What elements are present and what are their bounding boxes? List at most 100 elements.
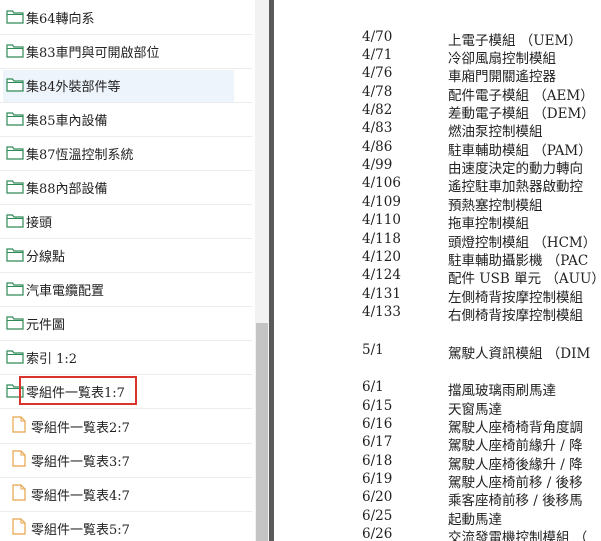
folder-icon bbox=[6, 43, 24, 58]
component-code: 4/99 bbox=[362, 157, 393, 173]
component-description: 右側椅背按摩控制模組 bbox=[448, 308, 583, 324]
component-row: 4/71 冷卻風扇控制模組 bbox=[274, 47, 601, 67]
scrollbar-thumb[interactable] bbox=[256, 323, 268, 541]
component-description: 駕駛人座椅後緣升 / 降 bbox=[448, 457, 583, 473]
component-code: 6/25 bbox=[362, 508, 393, 524]
component-description: 車廂門開關遙控器 bbox=[448, 69, 556, 85]
folder-icon bbox=[6, 315, 24, 330]
tree-item[interactable]: 零組件一覧表2:7 bbox=[0, 409, 255, 443]
component-row: 6/18 駕駛人座椅後緣升 / 降 bbox=[274, 453, 601, 473]
component-row: 6/25 起動馬達 bbox=[274, 508, 601, 528]
document-icon bbox=[12, 484, 26, 501]
tree-item[interactable]: 零組件一覧表3:7 bbox=[0, 443, 255, 477]
component-row: 4/109 預熱塞控制模組 bbox=[274, 194, 601, 214]
component-code: 4/82 bbox=[362, 102, 393, 118]
component-description: 駕駛人資訊模組 （DIM bbox=[448, 346, 591, 362]
component-code: 4/78 bbox=[362, 84, 393, 100]
tree-item-label: 零組件一覧表2:7 bbox=[31, 421, 130, 436]
component-row: 6/17 駕駛人座椅前緣升 / 降 bbox=[274, 434, 601, 454]
component-code: 4/109 bbox=[362, 194, 401, 210]
component-row: 5/1 駕駛人資訊模組 （DIM bbox=[274, 342, 601, 362]
component-description: 駕駛人座椅椅背角度調 bbox=[448, 420, 583, 436]
component-code: 5/1 bbox=[362, 342, 384, 358]
component-code: 6/19 bbox=[362, 471, 393, 487]
tree-item[interactable]: 集85車內設備 bbox=[0, 102, 255, 136]
component-description: 擋風玻璃雨刷馬達 bbox=[448, 383, 556, 399]
tree-item-label: 元件圖 bbox=[26, 318, 66, 333]
component-row: 4/78 配件電子模組 （AEM） bbox=[274, 84, 601, 104]
component-row: 6/26 交流發電機控制模組 （ bbox=[274, 526, 601, 541]
component-code: 6/1 bbox=[362, 379, 384, 395]
component-description: 冷卻風扇控制模組 bbox=[448, 51, 556, 67]
document-icon bbox=[12, 450, 26, 467]
component-description: 燃油泵控制模組 bbox=[448, 124, 543, 140]
tree-item-label: 集64轉向系 bbox=[26, 12, 95, 27]
component-code: 4/120 bbox=[362, 249, 401, 265]
component-code: 6/16 bbox=[362, 416, 393, 432]
component-row: 6/1 擋風玻璃雨刷馬達 bbox=[274, 379, 601, 399]
tree-item-label: 零組件一覧表3:7 bbox=[31, 455, 130, 470]
component-code: 4/118 bbox=[362, 231, 401, 247]
tree-item[interactable]: 集64轉向系 bbox=[0, 0, 255, 34]
tree-item-label: 集88內部設備 bbox=[26, 182, 108, 197]
component-description: 遙控駐車加熱器啟動控 bbox=[448, 179, 583, 195]
tree-item-label: 集87恆溫控制系統 bbox=[26, 148, 134, 163]
folder-icon bbox=[6, 77, 24, 92]
document-icon bbox=[12, 416, 26, 433]
component-code: 6/20 bbox=[362, 489, 393, 505]
tree-item[interactable]: 零組件一覧表4:7 bbox=[0, 477, 255, 511]
component-row: 4/120 駐車輔助攝影機 （PAC bbox=[274, 249, 601, 269]
component-description: 乘客座椅前移 / 後移馬 bbox=[448, 493, 583, 509]
component-row: 4/118 頭燈控制模組 （HCM） bbox=[274, 231, 601, 251]
folder-icon bbox=[6, 213, 24, 228]
component-row: 4/131 左側椅背按摩控制模組 bbox=[274, 286, 601, 306]
component-code: 4/76 bbox=[362, 65, 393, 81]
component-description: 配件 USB 單元 （AUU） bbox=[448, 271, 601, 287]
component-description: 駕駛人座椅前緣升 / 降 bbox=[448, 438, 583, 454]
tree-item[interactable]: 集84外裝部件等 bbox=[0, 68, 255, 103]
document-view: 易 4/70上電子模組 （UEM）4/71冷卻風扇控制模組4/76車廂門開關遙控… bbox=[274, 0, 601, 541]
tree-item[interactable]: 集87恆溫控制系統 bbox=[0, 136, 255, 170]
component-code: 4/124 bbox=[362, 267, 401, 283]
component-description: 由速度決定的動力轉向 bbox=[448, 161, 583, 177]
component-code: 6/18 bbox=[362, 453, 393, 469]
tree-item-label: 汽車電纜配置 bbox=[26, 284, 105, 299]
component-description: 駐車輔助攝影機 （PAC bbox=[448, 253, 589, 269]
tree-item[interactable]: 零組件一覧表5:7 bbox=[0, 511, 255, 541]
component-row: 6/19 駕駛人座椅前移 / 後移 bbox=[274, 471, 601, 491]
component-row: 4/99 由速度決定的動力轉向 bbox=[274, 157, 601, 177]
component-code: 6/15 bbox=[362, 398, 393, 414]
component-row: 4/82 差動電子模組 （DEM） bbox=[274, 102, 601, 122]
component-code: 6/26 bbox=[362, 526, 393, 541]
tree-item-label: 分線點 bbox=[26, 250, 66, 265]
tree-item[interactable]: 分線點 bbox=[0, 238, 255, 272]
component-description: 交流發電機控制模組 （ bbox=[448, 530, 588, 541]
component-code: 4/70 bbox=[362, 29, 393, 45]
component-description: 配件電子模組 （AEM） bbox=[448, 88, 594, 104]
tree-item[interactable]: 集88內部設備 bbox=[0, 170, 255, 204]
component-row: 4/110 拖車控制模組 bbox=[274, 212, 601, 232]
tree-item-label: 索引 1:2 bbox=[26, 352, 78, 367]
tree-item[interactable]: 汽車電纜配置 bbox=[0, 272, 255, 306]
tree-item[interactable]: 元件圖 bbox=[0, 306, 255, 340]
component-code: 4/86 bbox=[362, 139, 393, 155]
component-code: 4/133 bbox=[362, 304, 401, 320]
tree-item[interactable]: 集83車門與可開啟部位 bbox=[0, 34, 255, 68]
folder-icon bbox=[6, 281, 24, 296]
component-row: 6/16 駕駛人座椅椅背角度調 bbox=[274, 416, 601, 436]
component-row: 4/106 遙控駐車加熱器啟動控 bbox=[274, 175, 601, 195]
component-row: 6/15 天窗馬達 bbox=[274, 398, 601, 418]
folder-icon bbox=[6, 179, 24, 194]
component-code: 4/106 bbox=[362, 175, 401, 191]
component-description: 頭燈控制模組 （HCM） bbox=[448, 235, 597, 251]
component-row: 4/86 駐車輔助模組 （PAM） bbox=[274, 139, 601, 159]
tree-item[interactable]: 索引 1:2 bbox=[0, 340, 255, 374]
component-description: 差動電子模組 （DEM） bbox=[448, 106, 595, 122]
annotation-box bbox=[19, 376, 137, 405]
tree-item[interactable]: 接頭 bbox=[0, 204, 255, 238]
component-code: 4/110 bbox=[362, 212, 401, 228]
component-description: 駕駛人座椅前移 / 後移 bbox=[448, 475, 583, 491]
component-description: 上電子模組 （UEM） bbox=[448, 33, 582, 49]
tree-item-label: 零組件一覧表4:7 bbox=[31, 489, 130, 504]
tree-item-label: 集84外裝部件等 bbox=[26, 80, 121, 95]
